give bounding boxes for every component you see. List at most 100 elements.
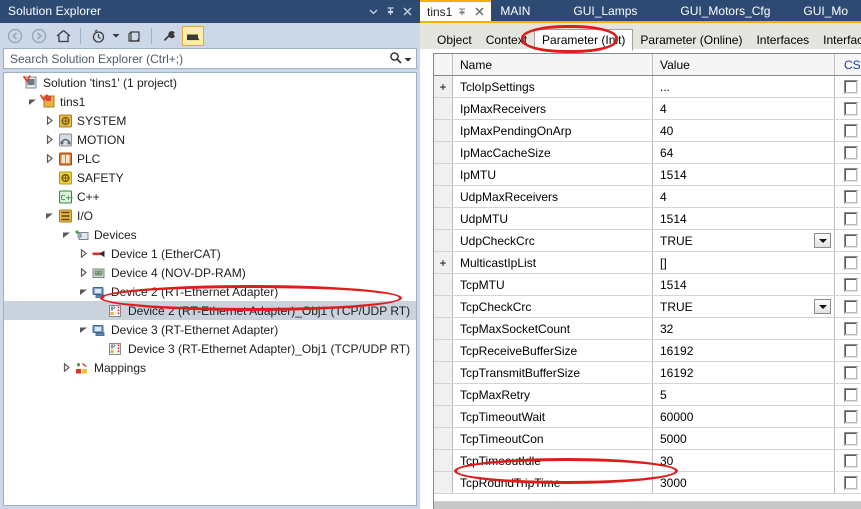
- pin-icon[interactable]: [382, 2, 399, 20]
- tree-item-selected[interactable]: IPDevice 2 (RT-Ethernet Adapter)_Obj1 (T…: [4, 301, 416, 320]
- show-all-files-icon[interactable]: [182, 26, 204, 46]
- cs-checkbox[interactable]: [844, 80, 858, 94]
- sub-tab[interactable]: Object: [430, 30, 479, 50]
- search-dropdown-icon[interactable]: [404, 52, 412, 66]
- tree-expander-expanded-icon[interactable]: [25, 97, 39, 106]
- row-expander-icon[interactable]: +: [434, 252, 453, 273]
- grid-row[interactable]: TcpRoundTripTime3000: [434, 472, 861, 494]
- tree-expander-collapsed-icon[interactable]: [42, 116, 56, 125]
- cell-parameter-value[interactable]: 3000: [653, 472, 835, 493]
- grid-row[interactable]: TcpTimeoutWait60000: [434, 406, 861, 428]
- property-sub-tab-bar[interactable]: ObjectContextParameter (Init)Parameter (…: [420, 23, 861, 51]
- cell-parameter-value[interactable]: 16192: [653, 362, 835, 383]
- tree-item[interactable]: SYSTEM: [4, 111, 416, 130]
- pending-changes-dropdown-icon[interactable]: [111, 33, 121, 39]
- cs-checkbox[interactable]: [844, 300, 858, 314]
- cs-checkbox[interactable]: [844, 454, 858, 468]
- grid-row[interactable]: TcpReceiveBufferSize16192: [434, 340, 861, 362]
- search-input[interactable]: Search Solution Explorer (Ctrl+;): [3, 48, 417, 69]
- cell-parameter-value[interactable]: 64: [653, 142, 835, 163]
- back-icon[interactable]: [4, 26, 26, 46]
- grid-row[interactable]: TcpCheckCrcTRUE: [434, 296, 861, 318]
- tree-item[interactable]: MOTION: [4, 130, 416, 149]
- cell-parameter-value[interactable]: 1514: [653, 208, 835, 229]
- cell-parameter-value[interactable]: 16192: [653, 340, 835, 361]
- tree-item[interactable]: IPDevice 3 (RT-Ethernet Adapter)_Obj1 (T…: [4, 339, 416, 358]
- tree-item[interactable]: Device 2 (RT-Ethernet Adapter): [4, 282, 416, 301]
- tree-expander-collapsed-icon[interactable]: [59, 363, 73, 372]
- grid-row[interactable]: IpMaxPendingOnArp40: [434, 120, 861, 142]
- cs-checkbox[interactable]: [844, 256, 858, 270]
- sub-tab[interactable]: Context: [479, 30, 534, 50]
- grid-row[interactable]: +TcloIpSettings...: [434, 76, 861, 98]
- grid-row[interactable]: TcpMaxSocketCount32: [434, 318, 861, 340]
- cs-checkbox[interactable]: [844, 432, 858, 446]
- dropdown-menu-icon[interactable]: [365, 2, 382, 20]
- cell-parameter-value[interactable]: 32: [653, 318, 835, 339]
- tree-expander-expanded-icon[interactable]: [76, 325, 90, 334]
- tree-item[interactable]: Mappings: [4, 358, 416, 377]
- document-tab-bar[interactable]: tins1MAINGUI_LampsGUI_Motors_CfgGUI_Mo: [420, 0, 861, 21]
- document-tab[interactable]: GUI_Lamps: [564, 0, 671, 21]
- tree-item[interactable]: Devices: [4, 225, 416, 244]
- tab-close-icon[interactable]: [473, 5, 486, 18]
- cs-checkbox[interactable]: [844, 124, 858, 138]
- row-expander-icon[interactable]: +: [434, 76, 453, 97]
- document-tab[interactable]: GUI_Motors_Cfg: [671, 0, 794, 21]
- cell-parameter-value[interactable]: TRUE: [653, 230, 835, 251]
- cs-checkbox[interactable]: [844, 212, 858, 226]
- tree-item[interactable]: Device 1 (EtherCAT): [4, 244, 416, 263]
- value-dropdown-icon[interactable]: [814, 299, 831, 314]
- grid-row[interactable]: TcpMTU1514: [434, 274, 861, 296]
- cell-parameter-value[interactable]: 5000: [653, 428, 835, 449]
- grid-row[interactable]: UdpCheckCrcTRUE: [434, 230, 861, 252]
- column-header-value[interactable]: Value: [653, 54, 835, 75]
- column-header-name[interactable]: Name: [453, 54, 653, 75]
- home-icon[interactable]: [52, 26, 74, 46]
- cs-checkbox[interactable]: [844, 168, 858, 182]
- pending-changes-icon[interactable]: [87, 26, 109, 46]
- tree-item[interactable]: Device 4 (NOV-DP-RAM): [4, 263, 416, 282]
- cell-parameter-value[interactable]: 60000: [653, 406, 835, 427]
- document-tab-active[interactable]: tins1: [420, 0, 491, 21]
- grid-scrollbar-thumb[interactable]: [434, 502, 861, 509]
- cell-parameter-value[interactable]: ...: [653, 76, 835, 97]
- tree-expander-expanded-icon[interactable]: [76, 287, 90, 296]
- grid-horizontal-scrollbar[interactable]: [434, 501, 861, 509]
- tree-expander-expanded-icon[interactable]: [42, 211, 56, 220]
- tree-expander-expanded-icon[interactable]: [59, 230, 73, 239]
- grid-row[interactable]: TcpTimeoutIdle30: [434, 450, 861, 472]
- grid-row[interactable]: UdpMTU1514: [434, 208, 861, 230]
- cs-checkbox[interactable]: [844, 146, 858, 160]
- grid-row[interactable]: UdpMaxReceivers4: [434, 186, 861, 208]
- cs-checkbox[interactable]: [844, 366, 858, 380]
- tree-item[interactable]: I/O: [4, 206, 416, 225]
- grid-row[interactable]: TcpTimeoutCon5000: [434, 428, 861, 450]
- tree-item[interactable]: Device 3 (RT-Ethernet Adapter): [4, 320, 416, 339]
- sub-tab[interactable]: Parameter (Online): [633, 30, 749, 50]
- cs-checkbox[interactable]: [844, 344, 858, 358]
- grid-row[interactable]: TcpMaxRetry5: [434, 384, 861, 406]
- cell-parameter-value[interactable]: 30: [653, 450, 835, 471]
- document-tab[interactable]: GUI_Mo: [794, 0, 861, 21]
- grid-row[interactable]: TcpTransmitBufferSize16192: [434, 362, 861, 384]
- column-header-cs[interactable]: CS: [835, 54, 861, 75]
- tree-item[interactable]: SAFETY: [4, 168, 416, 187]
- cell-parameter-value[interactable]: 1514: [653, 164, 835, 185]
- cs-checkbox[interactable]: [844, 410, 858, 424]
- grid-row[interactable]: IpMTU1514: [434, 164, 861, 186]
- grid-row[interactable]: IpMacCacheSize64: [434, 142, 861, 164]
- grid-row[interactable]: +MulticastIpList[]: [434, 252, 861, 274]
- tree-item[interactable]: PLC: [4, 149, 416, 168]
- cell-parameter-value[interactable]: TRUE: [653, 296, 835, 317]
- properties-icon[interactable]: [158, 26, 180, 46]
- grid-row[interactable]: IpMaxReceivers4: [434, 98, 861, 120]
- cell-parameter-value[interactable]: []: [653, 252, 835, 273]
- sub-tab[interactable]: Interfaces: [749, 30, 816, 50]
- cell-parameter-value[interactable]: 4: [653, 186, 835, 207]
- sync-views-icon[interactable]: [123, 26, 145, 46]
- cell-parameter-value[interactable]: 5: [653, 384, 835, 405]
- tree-expander-collapsed-icon[interactable]: [76, 268, 90, 277]
- sub-tab[interactable]: Interface Pointer: [816, 30, 861, 50]
- solution-tree[interactable]: Solution 'tins1' (1 project)tins1SYSTEMM…: [3, 72, 417, 506]
